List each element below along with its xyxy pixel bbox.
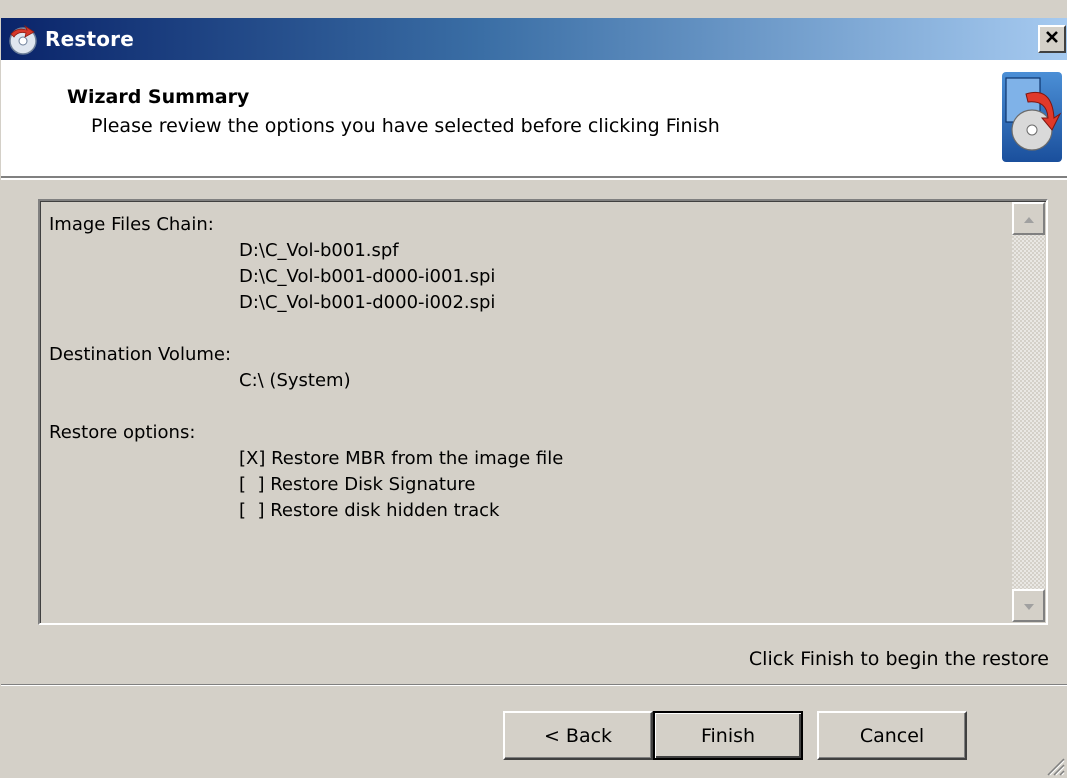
disc-restore-icon [1000,68,1064,166]
section-label-destination: Destination Volume: [49,344,232,365]
header-divider [1,178,1067,180]
image-file-item: D:\C_Vol-b001-d000-i002.spi [239,292,496,313]
image-file-item: D:\C_Vol-b001.spf [239,240,399,261]
restore-wizard-window: Restore Wizard Summary Please review the… [0,0,1067,778]
summary-content: Image Files Chain: D:\C_Vol-b001.spf D:\… [49,212,1009,524]
restore-option-item: [ ] Restore disk hidden track [239,500,500,521]
window-title: Restore [45,27,134,51]
cancel-button[interactable]: Cancel [817,711,967,760]
restore-option-item: [ ] Restore Disk Signature [239,474,476,495]
section-label-restore-options: Restore options: [49,422,196,443]
restore-option-item: [X] Restore MBR from the image file [239,448,564,469]
scroll-up-arrow-icon [1023,209,1035,228]
close-button[interactable] [1038,25,1066,53]
section-label-image-files: Image Files Chain: [49,214,214,235]
image-file-item: D:\C_Vol-b001-d000-i001.spi [239,266,496,287]
page-subtitle: Please review the options you have selec… [91,115,720,137]
destination-item: C:\ (System) [239,370,351,391]
wizard-header: Wizard Summary Please review the options… [1,60,1067,178]
finish-button[interactable]: Finish [653,711,803,760]
scroll-down-button[interactable] [1012,589,1045,622]
scroll-down-arrow-icon [1023,596,1035,615]
summary-textbox[interactable]: Image Files Chain: D:\C_Vol-b001.spf D:\… [38,199,1048,625]
title-bar[interactable]: Restore [1,18,1067,60]
close-icon [1044,29,1060,49]
restore-app-icon [7,24,39,57]
scroll-up-button[interactable] [1012,202,1045,235]
back-button[interactable]: < Back [503,711,653,760]
page-title: Wizard Summary [67,86,250,108]
resize-grip-icon[interactable] [1043,754,1065,776]
footer-divider-highlight [1,685,1067,686]
footer-hint: Click Finish to begin the restore [748,648,1049,670]
vertical-scrollbar[interactable] [1012,202,1045,622]
